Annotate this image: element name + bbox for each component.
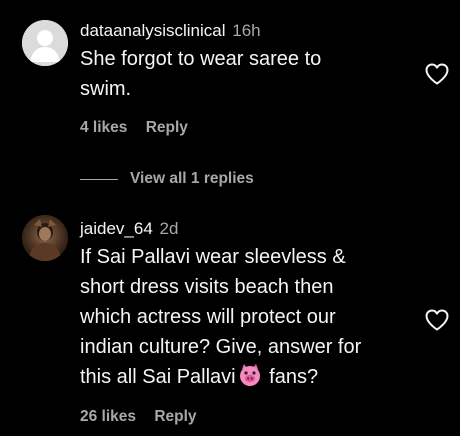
avatar[interactable] (22, 215, 68, 261)
reply-button[interactable]: Reply (146, 119, 188, 136)
reply-button[interactable]: Reply (154, 408, 196, 425)
heart-outline-icon (425, 309, 449, 331)
comment-text-line: which actress will protect our (80, 306, 336, 328)
comment-text-line: If Sai Pallavi wear sleevless & (80, 246, 346, 268)
default-avatar-icon (22, 20, 68, 66)
comment-header: jaidev_64 2d (80, 216, 400, 242)
likes-count[interactable]: 4 likes (80, 119, 127, 136)
view-replies-row[interactable]: View all 1 replies (80, 168, 380, 192)
comment-actions: 26 likes Reply (80, 408, 197, 426)
heart-outline-icon[interactable] (424, 308, 450, 332)
heart-outline-icon (425, 63, 449, 85)
comment: jaidev_64 2d If Sai Pallavi wear sleevle… (0, 200, 460, 436)
comment-header: dataanalysisclinical 16h (80, 18, 400, 44)
heart-outline-icon[interactable] (424, 62, 450, 86)
view-replies-link[interactable]: View all 1 replies (130, 170, 254, 188)
comment-actions: 4 likes Reply (80, 119, 188, 137)
comment-body: dataanalysisclinical 16h She forgot to w… (80, 18, 400, 104)
comment-body: jaidev_64 2d If Sai Pallavi wear sleevle… (80, 216, 400, 392)
comment-text-line: indian culture? Give, answer for (80, 336, 362, 358)
replies-divider (80, 179, 118, 180)
comment-time: 2d (159, 219, 179, 238)
comment-text-line: She forgot to wear saree to (80, 48, 322, 70)
comment-text: If Sai Pallavi wear sleevless & short dr… (80, 242, 400, 392)
comment-username[interactable]: jaidev_64 (80, 219, 153, 238)
default-avatar-icon[interactable] (22, 20, 68, 66)
comment-username[interactable]: dataanalysisclinical (80, 21, 226, 40)
comment-text-line: swim. (80, 78, 132, 100)
comment-text-line: short dress visits beach then (80, 276, 334, 298)
comment-text: She forgot to wear saree to swim. (80, 44, 400, 104)
comment-text-segment: this all Sai Pallavi (80, 366, 236, 388)
comment-time: 16h (232, 21, 261, 40)
pig-face-emoji-icon (239, 364, 260, 386)
avatar (22, 215, 68, 261)
pig-face-emoji-icon (238, 363, 262, 387)
comment: dataanalysisclinical 16h She forgot to w… (0, 0, 460, 160)
comment-text-segment: fans? (263, 366, 319, 388)
comment-text-line: this all Sai Pallavi fans? (80, 362, 400, 392)
likes-count[interactable]: 26 likes (80, 408, 136, 425)
